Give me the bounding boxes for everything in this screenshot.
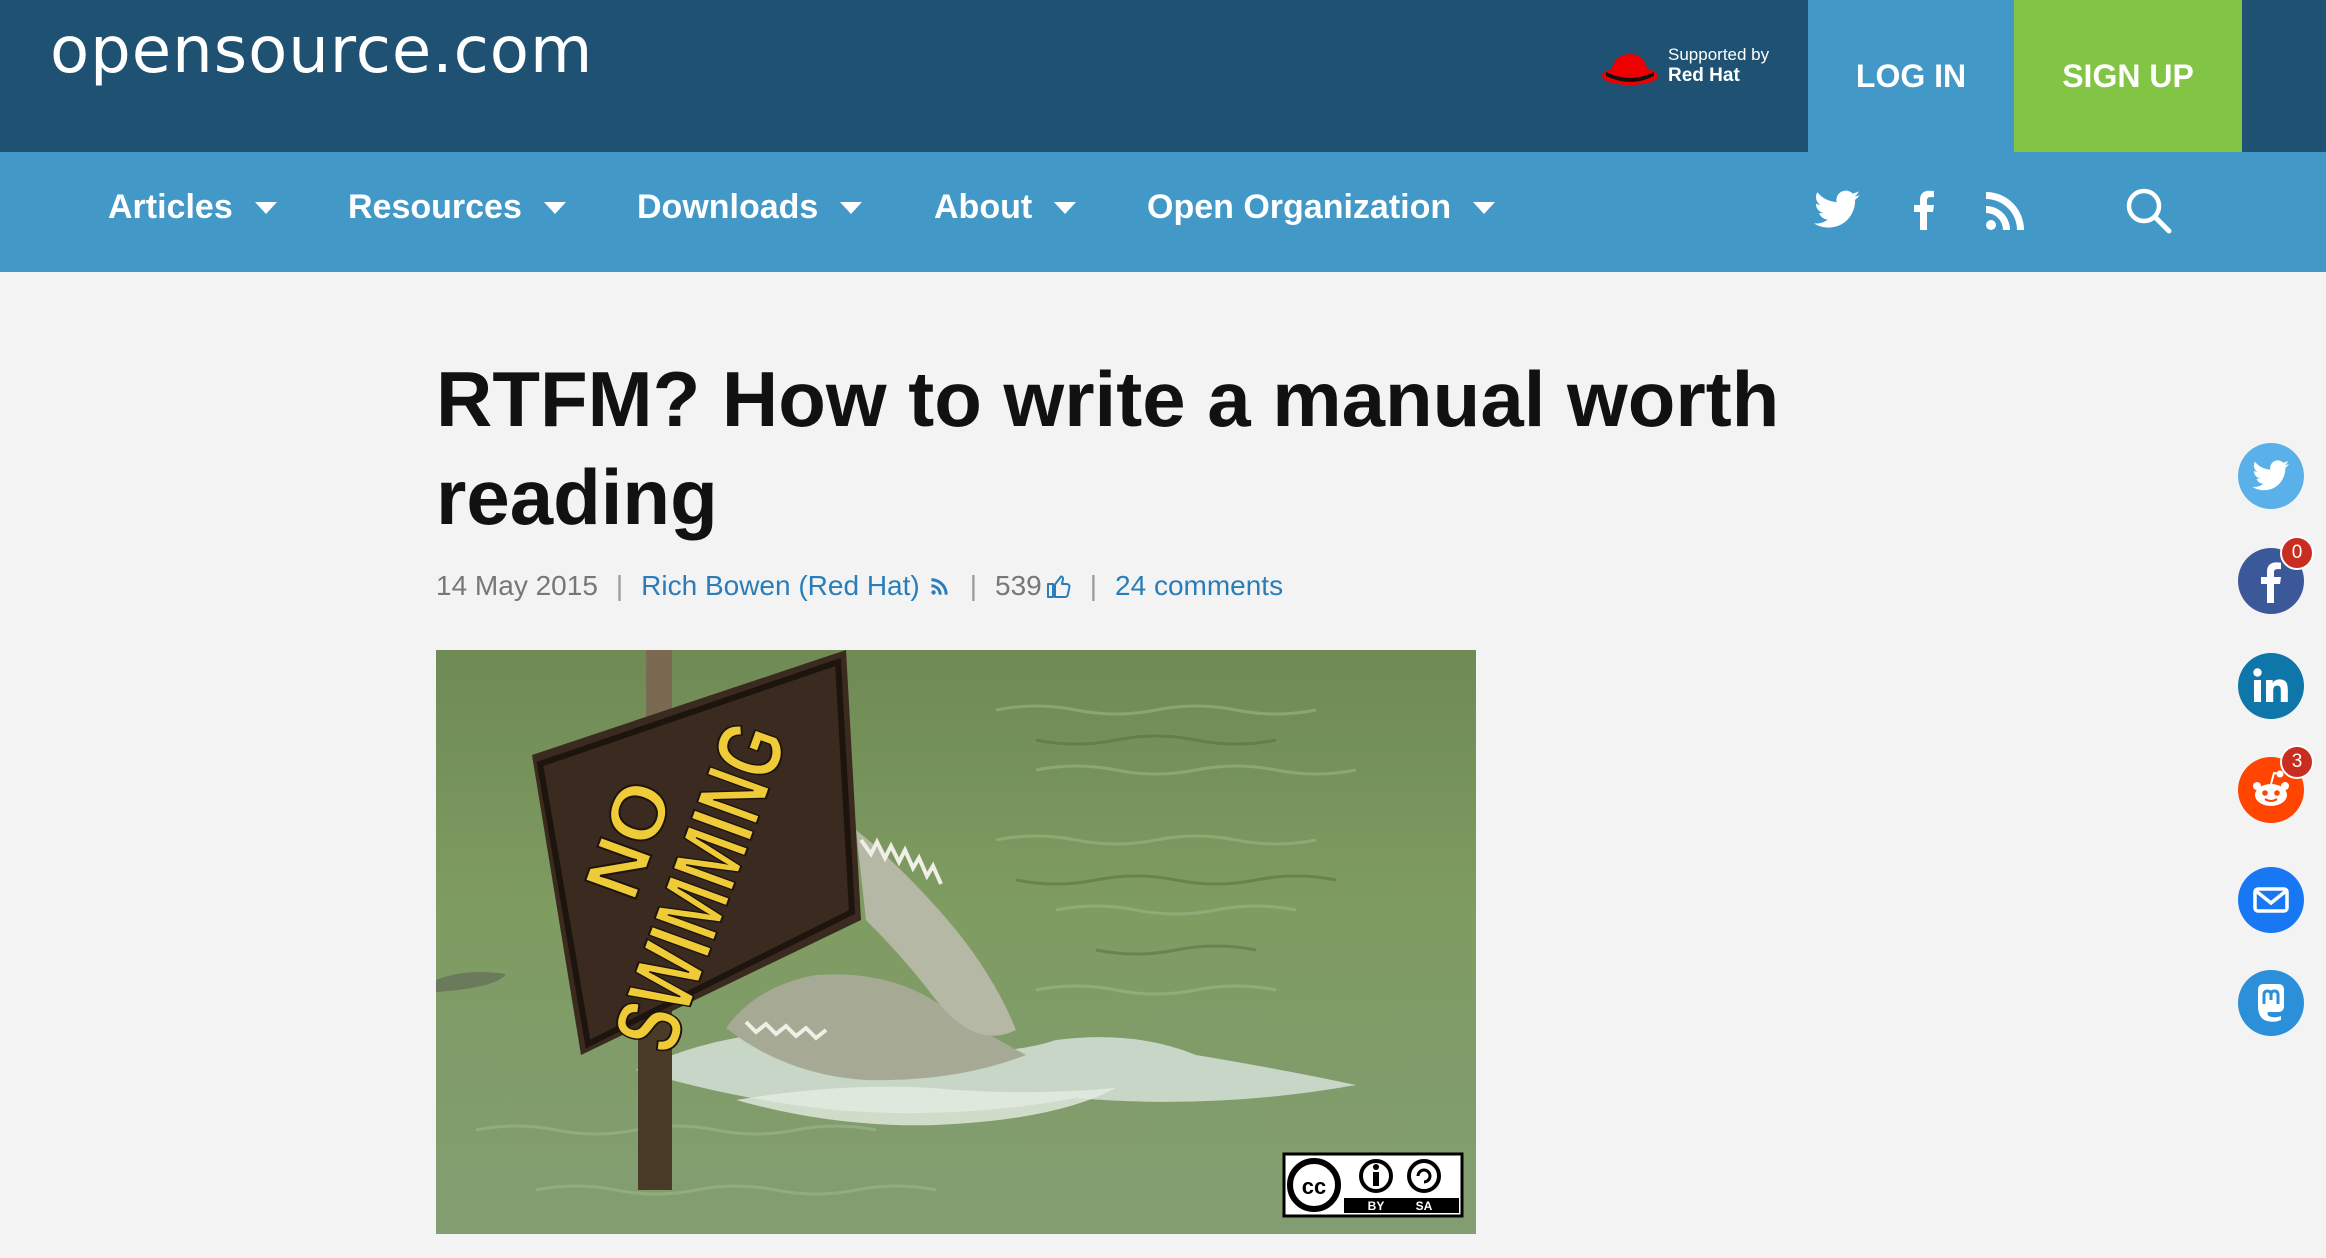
- nav-item-open-organization[interactable]: Open Organization: [1147, 188, 1496, 227]
- author-rss-icon[interactable]: [928, 574, 952, 598]
- caret-down-icon: [1054, 201, 1077, 214]
- nav-label: Resources: [348, 188, 522, 226]
- author-link[interactable]: Rich Bowen (Red Hat): [641, 570, 920, 602]
- thumbs-up-icon[interactable]: [1046, 573, 1072, 599]
- rss-icon[interactable]: [1978, 182, 2034, 238]
- license-by: BY: [1368, 1199, 1385, 1213]
- mastodon-share-button[interactable]: [2238, 970, 2304, 1036]
- license-sa: SA: [1416, 1199, 1433, 1213]
- nav-label: About: [934, 188, 1033, 226]
- twitter-icon[interactable]: [1810, 182, 1866, 238]
- article-title: RTFM? How to write a manual worth readin…: [436, 355, 1780, 541]
- article-date: 14 May 2015: [436, 570, 598, 601]
- sponsor-text: Supported by Red Hat: [1668, 44, 1769, 86]
- email-icon: [2253, 887, 2289, 913]
- meta-separator: |: [615, 570, 624, 601]
- nav-item-about[interactable]: About: [934, 188, 1077, 227]
- caret-down-icon: [1473, 201, 1496, 214]
- cc-by-sa-badge[interactable]: cc BY SA: [1282, 1152, 1464, 1218]
- twitter-icon: [2252, 460, 2289, 491]
- nav-label: Open Organization: [1147, 188, 1452, 226]
- caret-down-icon: [543, 201, 566, 214]
- article-hero-image: NO SWIMMING cc BY SA: [436, 650, 1476, 1234]
- reddit-share-button[interactable]: 3: [2238, 745, 2314, 823]
- article-meta: 14 May 2015 | Rich Bowen (Red Hat) | 539…: [436, 570, 1283, 602]
- facebook-share-button[interactable]: 0: [2238, 536, 2314, 614]
- nav-item-downloads[interactable]: Downloads: [637, 188, 863, 227]
- caret-down-icon: [254, 201, 277, 214]
- meta-separator: |: [1089, 570, 1098, 601]
- svg-text:cc: cc: [1302, 1174, 1326, 1199]
- mastodon-icon: [2258, 984, 2284, 1022]
- twitter-share-button[interactable]: [2238, 443, 2304, 509]
- nav-label: Downloads: [637, 188, 819, 226]
- site-header: opensource.com Supported by Red Hat LOG …: [0, 0, 2326, 152]
- linkedin-icon: [2253, 668, 2288, 702]
- nav-label: Articles: [108, 188, 233, 226]
- signup-button[interactable]: SIGN UP: [2014, 0, 2242, 152]
- nav-item-articles[interactable]: Articles: [108, 188, 277, 227]
- no-swimming-alligator-image: NO SWIMMING cc BY SA: [436, 650, 1476, 1234]
- comments-link[interactable]: 24 comments: [1115, 570, 1283, 602]
- meta-separator: |: [969, 570, 978, 601]
- red-hat-sponsor[interactable]: Supported by Red Hat: [1600, 42, 1780, 92]
- red-hat-logo-icon: [1602, 54, 1658, 85]
- linkedin-share-button[interactable]: [2238, 653, 2304, 719]
- reddit-share-count: 3: [2280, 745, 2314, 779]
- search-icon[interactable]: [2120, 182, 2176, 238]
- caret-down-icon: [840, 201, 863, 214]
- nav-item-resources[interactable]: Resources: [348, 188, 566, 227]
- login-button[interactable]: LOG IN: [1808, 0, 2014, 152]
- like-count: 539: [995, 570, 1042, 601]
- facebook-icon[interactable]: [1896, 182, 1952, 238]
- email-share-button[interactable]: [2238, 867, 2304, 933]
- facebook-share-count: 0: [2280, 536, 2314, 570]
- site-logo[interactable]: opensource.com: [50, 14, 593, 88]
- sponsor-line-2: Red Hat: [1668, 65, 1740, 86]
- sponsor-line-1: Supported by: [1668, 45, 1770, 64]
- main-nav: Articles Resources Downloads About Open …: [0, 152, 2326, 272]
